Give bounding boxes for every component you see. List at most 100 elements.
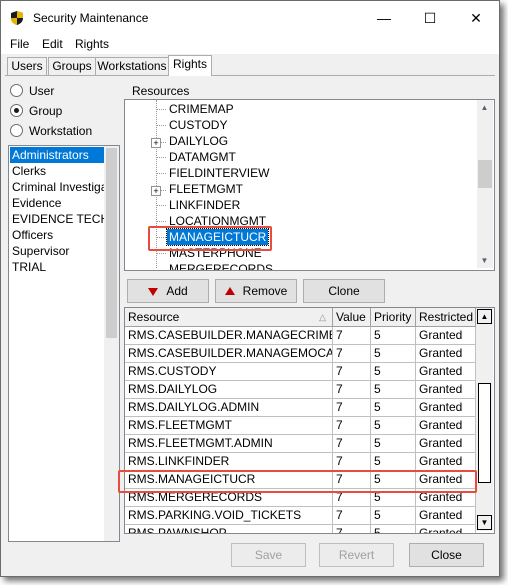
- cell-resource[interactable]: RMS.PAWNSHOP: [125, 525, 333, 533]
- group-item[interactable]: Criminal Investigatio: [10, 179, 104, 195]
- tree-item-dailylog[interactable]: DAILYLOG: [167, 133, 230, 149]
- table-row[interactable]: RMS.MANAGEICTUCR 7 5 Granted: [125, 471, 476, 489]
- cell-restricted[interactable]: Granted: [416, 435, 476, 453]
- tab-groups[interactable]: Groups: [48, 57, 96, 75]
- save-button[interactable]: Save: [231, 543, 306, 567]
- group-item[interactable]: Evidence: [10, 195, 104, 211]
- cell-value[interactable]: 7: [333, 381, 371, 399]
- cell-resource[interactable]: RMS.CASEBUILDER.MANAGEMOCATEG: [125, 345, 333, 363]
- cell-value[interactable]: 7: [333, 327, 371, 345]
- cell-value[interactable]: 7: [333, 507, 371, 525]
- cell-priority[interactable]: 5: [371, 417, 416, 435]
- tree-item-manageictucr[interactable]: MANAGEICTUCR: [165, 228, 270, 246]
- cell-resource[interactable]: RMS.CASEBUILDER.MANAGECRIMECOD: [125, 327, 333, 345]
- group-item[interactable]: EVIDENCE TECH: [10, 211, 104, 227]
- tree-item-crimemap[interactable]: CRIMEMAP: [167, 101, 236, 117]
- table-row[interactable]: RMS.PARKING.VOID_TICKETS 7 5 Granted: [125, 507, 476, 525]
- group-item[interactable]: Supervisor: [10, 243, 104, 259]
- close-button[interactable]: Close: [409, 543, 484, 567]
- cell-resource[interactable]: RMS.PARKING.VOID_TICKETS: [125, 507, 333, 525]
- maximize-button[interactable]: ☐: [407, 1, 453, 35]
- tree-item-mergerecords[interactable]: MERGERECORDS: [167, 261, 275, 270]
- group-list[interactable]: Administrators Clerks Criminal Investiga…: [8, 145, 120, 542]
- menu-file[interactable]: File: [10, 37, 29, 51]
- cell-priority[interactable]: 5: [371, 525, 416, 533]
- grid-scroll-thumb[interactable]: [478, 383, 491, 483]
- tab-users[interactable]: Users: [7, 57, 47, 75]
- expand-icon[interactable]: +: [151, 138, 161, 148]
- rights-grid[interactable]: Resource △ Value Priority Restricted RMS.…: [124, 307, 495, 534]
- cell-priority[interactable]: 5: [371, 399, 416, 417]
- tree-scroll-thumb[interactable]: [478, 160, 492, 188]
- grid-scroll-up-icon[interactable]: ▲: [477, 309, 492, 324]
- tree-item-datamgmt[interactable]: DATAMGMT: [167, 149, 238, 165]
- cell-restricted[interactable]: Granted: [416, 453, 476, 471]
- tree-scroll-down-icon[interactable]: ▼: [477, 253, 492, 268]
- cell-restricted[interactable]: Granted: [416, 471, 476, 489]
- cell-value[interactable]: 7: [333, 453, 371, 471]
- tab-rights[interactable]: Rights: [168, 55, 212, 76]
- column-header-resource[interactable]: Resource △: [125, 308, 333, 326]
- radio-user[interactable]: User: [10, 84, 54, 98]
- table-row[interactable]: RMS.PAWNSHOP 7 5 Granted: [125, 525, 476, 533]
- table-row[interactable]: RMS.FLEETMGMT.ADMIN 7 5 Granted: [125, 435, 476, 453]
- cell-value[interactable]: 7: [333, 345, 371, 363]
- cell-value[interactable]: 7: [333, 525, 371, 533]
- grid-scroll-down-icon[interactable]: ▼: [477, 515, 492, 530]
- cell-restricted[interactable]: Granted: [416, 399, 476, 417]
- table-row[interactable]: RMS.CASEBUILDER.MANAGEMOCATEG75Granted: [125, 345, 476, 363]
- cell-priority[interactable]: 5: [371, 327, 416, 345]
- table-row[interactable]: RMS.LINKFINDER 7 5 Granted: [125, 453, 476, 471]
- expand-icon[interactable]: +: [151, 186, 161, 196]
- column-header-priority[interactable]: Priority: [371, 308, 416, 326]
- group-item[interactable]: Clerks: [10, 163, 104, 179]
- cell-priority[interactable]: 5: [371, 507, 416, 525]
- cell-resource[interactable]: RMS.CUSTODY: [125, 363, 333, 381]
- column-header-value[interactable]: Value: [333, 308, 371, 326]
- table-row[interactable]: RMS.FLEETMGMT 7 5 Granted: [125, 417, 476, 435]
- cell-value[interactable]: 7: [333, 399, 371, 417]
- cell-restricted[interactable]: Granted: [416, 363, 476, 381]
- cell-resource[interactable]: RMS.FLEETMGMT.ADMIN: [125, 435, 333, 453]
- tree-scroll-up-icon[interactable]: ▲: [477, 100, 492, 115]
- cell-value[interactable]: 7: [333, 417, 371, 435]
- cell-resource[interactable]: RMS.MANAGEICTUCR: [125, 471, 333, 489]
- cell-restricted[interactable]: Granted: [416, 417, 476, 435]
- tab-workstations[interactable]: Workstations: [95, 57, 169, 75]
- revert-button[interactable]: Revert: [319, 543, 394, 567]
- cell-priority[interactable]: 5: [371, 363, 416, 381]
- radio-workstation[interactable]: Workstation: [10, 124, 92, 138]
- cell-value[interactable]: 7: [333, 489, 371, 507]
- cell-restricted[interactable]: Granted: [416, 345, 476, 363]
- close-window-button[interactable]: ✕: [453, 1, 499, 35]
- table-row[interactable]: RMS.DAILYLOG.ADMIN 7 5 Granted: [125, 399, 476, 417]
- tree-item-linkfinder[interactable]: LINKFINDER: [167, 197, 242, 213]
- group-item[interactable]: Officers: [10, 227, 104, 243]
- cell-resource[interactable]: RMS.DAILYLOG: [125, 381, 333, 399]
- cell-priority[interactable]: 5: [371, 453, 416, 471]
- cell-priority[interactable]: 5: [371, 489, 416, 507]
- tree-item-fieldinterview[interactable]: FIELDINTERVIEW: [167, 165, 271, 181]
- cell-priority[interactable]: 5: [371, 435, 416, 453]
- group-list-scroll-thumb[interactable]: [106, 148, 117, 338]
- cell-restricted[interactable]: Granted: [416, 381, 476, 399]
- radio-group[interactable]: Group: [10, 104, 62, 118]
- tree-item-custody[interactable]: CUSTODY: [167, 117, 229, 133]
- cell-resource[interactable]: RMS.LINKFINDER: [125, 453, 333, 471]
- title-bar[interactable]: Security Maintenance — ☐ ✕: [1, 1, 499, 35]
- cell-restricted[interactable]: Granted: [416, 525, 476, 533]
- tree-item-masterphone[interactable]: MASTERPHONE: [167, 245, 264, 261]
- table-row[interactable]: RMS.CASEBUILDER.MANAGECRIMECOD75Granted: [125, 327, 476, 345]
- tree-item-fleetmgmt[interactable]: FLEETMGMT: [167, 181, 245, 197]
- table-row[interactable]: RMS.DAILYLOG 7 5 Granted: [125, 381, 476, 399]
- cell-restricted[interactable]: Granted: [416, 507, 476, 525]
- cell-priority[interactable]: 5: [371, 381, 416, 399]
- cell-resource[interactable]: RMS.FLEETMGMT: [125, 417, 333, 435]
- group-item[interactable]: Administrators: [10, 147, 104, 163]
- cell-resource[interactable]: RMS.MERGERECORDS: [125, 489, 333, 507]
- resources-tree[interactable]: CRIMEMAP CUSTODY + DAILYLOG DATAMGMT FIE…: [124, 99, 495, 271]
- cell-priority[interactable]: 5: [371, 345, 416, 363]
- group-item[interactable]: TRIAL: [10, 259, 104, 275]
- column-header-restricted[interactable]: Restricted: [416, 308, 476, 326]
- menu-rights[interactable]: Rights: [75, 37, 109, 51]
